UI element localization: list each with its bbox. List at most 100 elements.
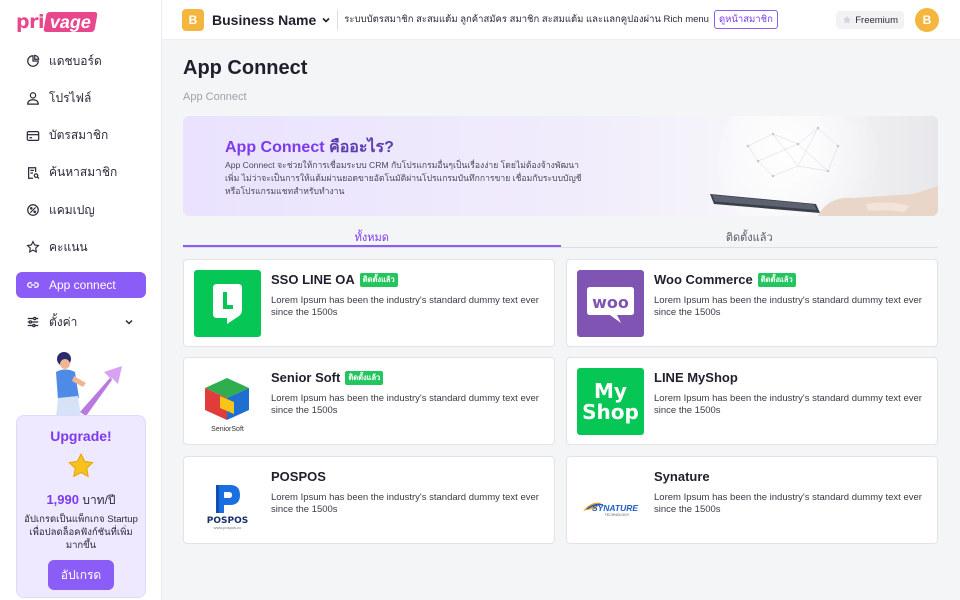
svg-text:SeniorSoft: SeniorSoft: [211, 426, 244, 433]
svg-text:SYNATURE: SYNATURE: [592, 503, 638, 513]
upgrade-illustration: [56, 352, 122, 417]
app-name: Synature: [654, 469, 710, 484]
sidebar-item-label: คะแนน: [49, 239, 88, 254]
synature-logo: SYNATURE TECHNOLOGY: [577, 467, 644, 534]
seniorsoft-logo: SeniorSoft: [194, 368, 261, 435]
upgrade-title: Upgrade!: [50, 428, 112, 444]
info-banner: App Connect คืออะไร? App Connect จะช่วยใ…: [183, 116, 938, 216]
user-avatar[interactable]: B: [915, 8, 939, 32]
chevron-down-icon: [125, 320, 133, 325]
price-value: 1,990: [46, 492, 79, 507]
plan-badge[interactable]: Freemium: [836, 11, 904, 29]
seniorsoft-logo-icon: SeniorSoft: [205, 378, 249, 433]
app-name: POSPOS: [271, 469, 326, 484]
logo-text-b: vage: [43, 12, 98, 32]
tab-installed[interactable]: ติดตั้งแล้ว: [561, 224, 939, 247]
installed-badge: ติดตั้งแล้ว: [359, 272, 398, 287]
app-description: Lorem Ipsum has been the industry's stan…: [271, 393, 539, 416]
sidebar: pri vage แดชบอร์ด โปรไฟล์ บัตรสมาชิก ค้นห…: [0, 0, 162, 600]
app-card-sso-line-oa[interactable]: SSO LINE OA ติดตั้งแล้ว Lorem Ipsum has b…: [183, 259, 555, 347]
sidebar-item-member-card[interactable]: บัตรสมาชิก: [16, 123, 146, 149]
sidebar-item-dashboard[interactable]: แดชบอร์ด: [16, 48, 146, 74]
privage-logo[interactable]: pri vage: [16, 11, 98, 33]
price-unit: บาท/ปี: [82, 493, 116, 507]
sidebar-item-label: ค้นหาสมาชิก: [49, 165, 118, 180]
myshop-logo-icon: My Shop: [582, 379, 639, 424]
pospos-logo-icon: POSPOS www.pospos.co: [207, 485, 248, 530]
banner-title-b: คืออะไร?: [324, 139, 394, 156]
upgrade-button[interactable]: อัปเกรด: [48, 560, 114, 590]
breadcrumb[interactable]: App Connect: [183, 91, 247, 103]
app-name-row: Senior Soft ติดตั้งแล้ว: [271, 370, 384, 385]
user-icon: [27, 92, 39, 106]
app-description: Lorem Ipsum has been the industry's stan…: [654, 492, 922, 515]
app-description: Lorem Ipsum has been the industry's stan…: [271, 295, 539, 318]
app-name: Senior Soft: [271, 370, 341, 385]
app-card-synature[interactable]: SYNATURE TECHNOLOGY Synature Lorem Ipsum…: [566, 456, 938, 544]
line-logo: [194, 270, 261, 337]
tab-all[interactable]: ทั้งหมด: [183, 224, 561, 247]
view-member-page-link[interactable]: ดูหน้าสมาชิก: [713, 10, 778, 29]
installed-badge: ติดตั้งแล้ว: [345, 370, 384, 385]
sidebar-nav: แดชบอร์ด โปรไฟล์ บัตรสมาชิก ค้นหาสมาชิก …: [16, 48, 146, 346]
app-card-woo-commerce[interactable]: woo Woo Commerce ติดตั้งแล้ว Lorem Ipsum …: [566, 259, 938, 347]
sidebar-item-app-connect[interactable]: App connect: [16, 271, 146, 298]
app-name-row: Synature: [654, 469, 710, 484]
banner-title-a: App Connect: [225, 139, 325, 156]
sidebar-item-label: แดชบอร์ด: [49, 53, 102, 68]
svg-text:www.pospos.co: www.pospos.co: [214, 525, 243, 530]
settings-sliders-icon: [27, 316, 39, 328]
phone-hand-illustration: [710, 116, 938, 216]
svg-text:woo: woo: [592, 293, 629, 312]
sidebar-item-label: App connect: [49, 277, 116, 292]
line-logo-icon: [213, 284, 242, 324]
pospos-logo: POSPOS www.pospos.co: [194, 467, 261, 534]
app-name: Woo Commerce: [654, 272, 753, 287]
star-icon: [843, 15, 852, 24]
app-card-pospos[interactable]: POSPOS www.pospos.co POSPOS Lorem Ipsum …: [183, 456, 555, 544]
app-name-row: POSPOS: [271, 469, 326, 484]
page-title: App Connect: [183, 57, 308, 79]
plan-label: Freemium: [855, 14, 898, 26]
link-icon: [27, 281, 39, 288]
banner-title: App Connect คืออะไร?: [225, 135, 394, 160]
divider: [337, 9, 339, 30]
app-card-senior-soft[interactable]: SeniorSoft Senior Soft ติดตั้งแล้ว Lorem …: [183, 357, 555, 445]
sidebar-item-points[interactable]: คะแนน: [16, 234, 146, 260]
app-name-row: SSO LINE OA ติดตั้งแล้ว: [271, 272, 398, 287]
app-name: SSO LINE OA: [271, 272, 355, 287]
installed-badge: ติดตั้งแล้ว: [757, 272, 796, 287]
sidebar-item-campaign[interactable]: แคมเปญ: [16, 197, 146, 223]
banner-text: App Connect จะช่วยให้การเชื่อมระบบ CRM ก…: [225, 160, 582, 196]
search-document-icon: [28, 167, 40, 179]
app-name-row: LINE MyShop: [654, 370, 738, 385]
business-description: ระบบบัตรสมาชิก สะสมแต้ม ลูกค้าสมัคร สมาช…: [344, 14, 709, 25]
myshop-logo: My Shop: [577, 368, 644, 435]
tab-bar: ทั้งหมด ติดตั้งแล้ว: [183, 224, 938, 248]
star-icon: [68, 452, 94, 478]
upgrade-card: Upgrade! 1,990 บาท/ปี อัปเกรดเป็นแพ็กเกจ…: [16, 415, 146, 598]
sidebar-item-label: โปรไฟล์: [49, 90, 92, 105]
chevron-down-icon[interactable]: [321, 15, 331, 25]
upgrade-price: 1,990 บาท/ปี: [17, 491, 145, 510]
svg-text:TECHNOLOGY: TECHNOLOGY: [605, 513, 630, 517]
business-avatar[interactable]: B: [182, 8, 204, 31]
upgrade-description: อัปเกรดเป็นแพ็กเกจ Startup เพื่อปลดล็อคฟ…: [24, 514, 138, 551]
app-card-line-myshop[interactable]: My Shop LINE MyShop Lorem Ipsum has been…: [566, 357, 938, 445]
synature-logo-icon: SYNATURE TECHNOLOGY: [583, 502, 638, 517]
sidebar-item-label: บัตรสมาชิก: [49, 128, 109, 143]
logo-text-a: pri: [16, 11, 44, 33]
woo-logo-icon: woo: [587, 287, 634, 323]
sidebar-item-member-search[interactable]: ค้นหาสมาชิก: [16, 160, 146, 186]
sidebar-item-settings[interactable]: ตั้งค่า: [16, 309, 146, 335]
campaign-icon: [27, 204, 39, 217]
star-icon: [26, 240, 40, 254]
app-name-row: Woo Commerce ติดตั้งแล้ว: [654, 272, 796, 287]
pie-chart-icon: [27, 54, 40, 67]
business-name[interactable]: Business Name: [212, 12, 316, 28]
app-description: Lorem Ipsum has been the industry's stan…: [654, 295, 922, 318]
app-description: Lorem Ipsum has been the industry's stan…: [654, 393, 922, 416]
woo-logo: woo: [577, 270, 644, 337]
app-name: LINE MyShop: [654, 370, 738, 385]
sidebar-item-profile[interactable]: โปรไฟล์: [16, 85, 146, 111]
